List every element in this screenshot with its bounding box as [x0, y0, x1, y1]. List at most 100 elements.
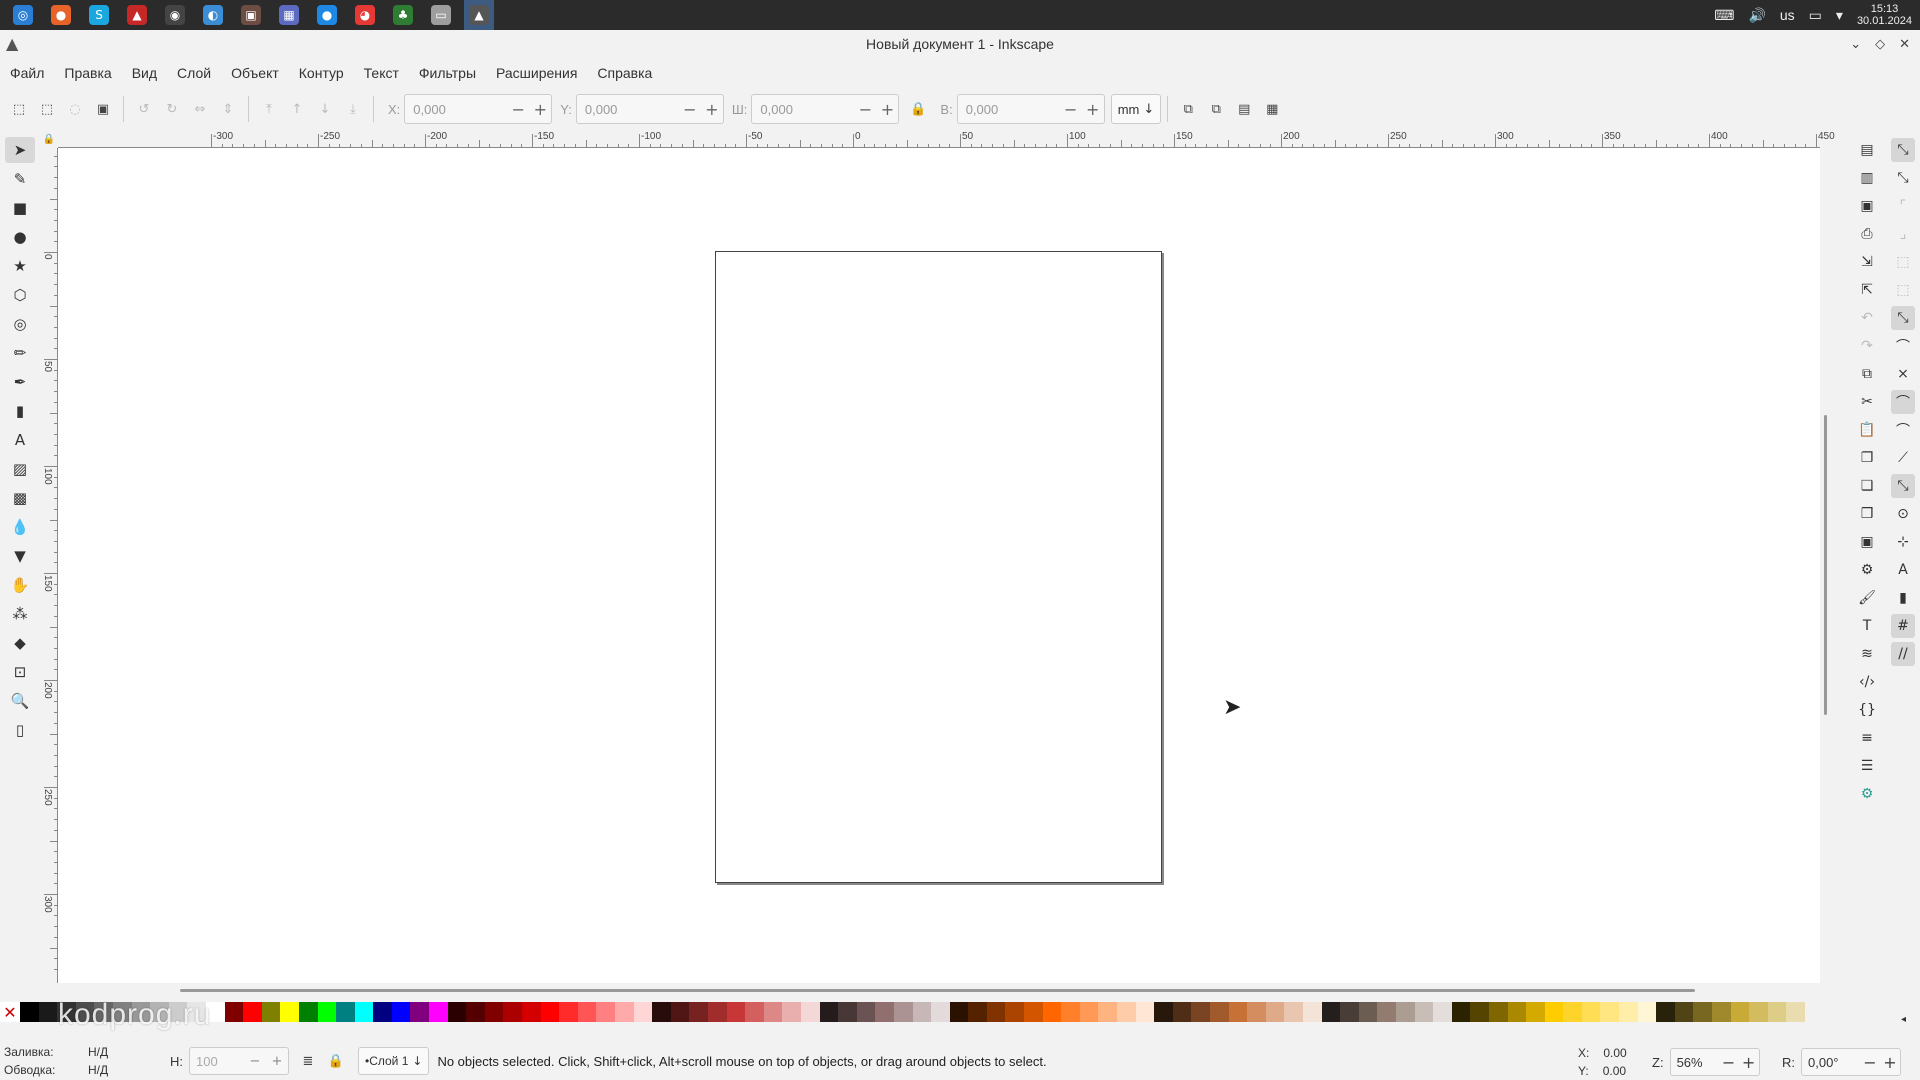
color-swatch[interactable] — [1712, 1002, 1731, 1022]
move-gradients-icon[interactable]: ▤ — [1233, 98, 1255, 120]
fill-stroke-icon[interactable]: 🖌 — [1855, 586, 1879, 610]
color-swatch[interactable] — [1470, 1002, 1489, 1022]
color-swatch[interactable] — [503, 1002, 523, 1022]
unlink-clone-icon[interactable]: ❒ — [1855, 502, 1879, 526]
keyboard-layout[interactable]: us — [1780, 7, 1795, 23]
ellipse-tool-icon[interactable]: ● — [5, 224, 35, 250]
color-swatch[interactable] — [1767, 1002, 1787, 1022]
color-swatch[interactable] — [1526, 1002, 1545, 1022]
color-swatch[interactable] — [1377, 1002, 1396, 1022]
browser-taskbar-button[interactable]: ◐ — [198, 0, 228, 30]
color-swatch[interactable] — [1191, 1002, 1210, 1022]
color-swatch[interactable] — [224, 1002, 244, 1022]
rectangle-tool-icon[interactable]: ■ — [5, 195, 35, 221]
obs-taskbar-button[interactable]: ◉ — [160, 0, 190, 30]
rotate-ccw-icon[interactable]: ↺ — [133, 98, 155, 120]
color-swatch[interactable] — [559, 1002, 578, 1022]
menu-item-5[interactable]: Контур — [299, 65, 344, 81]
color-swatch[interactable] — [243, 1002, 262, 1022]
flip-vertical-icon[interactable]: ⇕ — [217, 98, 239, 120]
color-swatch[interactable] — [1172, 1002, 1192, 1022]
snap-line-midpoint-icon[interactable]: ⟋ — [1891, 446, 1915, 470]
color-swatch[interactable] — [1730, 1002, 1750, 1022]
color-swatch[interactable] — [1544, 1002, 1564, 1022]
layers-icon[interactable]: ≋ — [1855, 642, 1879, 666]
menu-item-0[interactable]: Файл — [10, 65, 44, 81]
color-swatch[interactable] — [336, 1002, 355, 1022]
color-swatch[interactable] — [1433, 1002, 1452, 1022]
color-swatch[interactable] — [540, 1002, 560, 1022]
paste-icon[interactable]: 📋 — [1855, 418, 1879, 442]
selector-tool-icon[interactable]: ➤ — [5, 137, 35, 163]
print-icon[interactable]: ⎙ — [1855, 222, 1879, 246]
opacity-spinbox[interactable]: 100 − + — [189, 1047, 289, 1075]
text-tool-icon[interactable]: A — [5, 427, 35, 453]
color-swatch[interactable] — [1674, 1002, 1694, 1022]
color-swatch[interactable] — [689, 1002, 708, 1022]
media-taskbar-button[interactable]: ● — [312, 0, 342, 30]
y-spinbox[interactable]: 0,000 − + — [575, 94, 724, 124]
close-icon[interactable]: ✕ — [1899, 37, 1910, 52]
selectors-css-icon[interactable]: {} — [1855, 698, 1879, 722]
color-swatch[interactable] — [800, 1002, 820, 1022]
color-swatch[interactable] — [1042, 1002, 1062, 1022]
lock-icon[interactable]: 🔒 — [907, 98, 929, 120]
color-swatch[interactable] — [20, 1002, 39, 1022]
color-swatch[interactable] — [596, 1002, 615, 1022]
horizontal-scrollbar[interactable] — [180, 989, 1695, 992]
document-page[interactable] — [715, 251, 1162, 883]
color-swatch[interactable] — [1581, 1002, 1601, 1022]
layers-menu-icon[interactable]: ≣ — [297, 1050, 319, 1072]
width-spinbox[interactable]: 0,000 − + — [751, 94, 900, 124]
lower-icon[interactable]: ↓ — [314, 98, 336, 120]
object-properties-icon[interactable]: ☰ — [1855, 754, 1879, 778]
menu-item-6[interactable]: Текст — [364, 65, 399, 81]
color-swatch[interactable] — [1395, 1002, 1415, 1022]
color-swatch[interactable] — [1005, 1002, 1025, 1022]
color-swatch[interactable] — [1507, 1002, 1527, 1022]
height-spinbox[interactable]: 0,000 − + — [956, 94, 1105, 124]
spray-tool-icon[interactable]: ⁂ — [5, 601, 35, 627]
preferences-icon[interactable]: ⚙ — [1855, 782, 1879, 806]
color-swatch[interactable] — [986, 1002, 1006, 1022]
minimize-icon[interactable]: ⌄ — [1850, 37, 1861, 52]
pages-tool-icon[interactable]: ▯ — [5, 717, 35, 743]
raise-to-top-icon[interactable]: ⤒ — [258, 98, 280, 120]
snap-path-intersection-icon[interactable]: ⨯ — [1891, 362, 1915, 386]
import-icon[interactable]: ⇲ — [1855, 250, 1879, 274]
color-swatch[interactable] — [875, 1002, 894, 1022]
layer-select[interactable]: •Слой 1 ↓ — [358, 1047, 430, 1075]
color-swatch[interactable] — [410, 1002, 430, 1022]
plus-icon[interactable]: + — [876, 100, 898, 119]
layer-lock-icon[interactable]: 🔒 — [325, 1050, 347, 1072]
x-spinbox[interactable]: 0,000 − + — [404, 94, 553, 124]
menu-item-7[interactable]: Фильтры — [419, 65, 476, 81]
ungroup-icon[interactable]: ⚙ — [1855, 558, 1879, 582]
connector-tool-icon[interactable]: ⊡ — [5, 659, 35, 685]
color-swatch[interactable] — [615, 1002, 634, 1022]
keyboard-icon[interactable]: ⌨ — [1714, 7, 1734, 24]
opacity-value[interactable]: 100 — [190, 1054, 244, 1069]
menu-item-2[interactable]: Вид — [132, 65, 157, 81]
zoom-spinbox[interactable]: 56% − + — [1669, 1048, 1760, 1076]
color-swatch[interactable] — [1024, 1002, 1043, 1022]
snap-enable-icon[interactable]: ⤡ — [1891, 138, 1915, 162]
color-swatch[interactable] — [577, 1002, 597, 1022]
canvas[interactable] — [58, 148, 1820, 983]
minus-icon[interactable]: − — [679, 100, 701, 119]
volume-icon[interactable]: 🔊 — [1748, 7, 1765, 24]
zoom-value[interactable]: 56% — [1671, 1055, 1719, 1070]
plus-icon[interactable]: + — [1739, 1053, 1759, 1072]
color-swatch[interactable] — [1228, 1002, 1248, 1022]
snap-nodes-icon[interactable]: ⤡ — [1891, 306, 1915, 330]
maximize-icon[interactable]: ◇ — [1875, 37, 1885, 52]
color-swatch[interactable] — [838, 1002, 857, 1022]
clock[interactable]: 15:13 30.01.2024 — [1857, 3, 1912, 27]
redo-icon[interactable]: ↷ — [1855, 334, 1879, 358]
color-swatch[interactable] — [484, 1002, 504, 1022]
align-distribute-icon[interactable]: ≡ — [1855, 726, 1879, 750]
snap-bbox-icon[interactable]: ⤡ — [1891, 166, 1915, 190]
flip-horizontal-icon[interactable]: ⇔ — [189, 98, 211, 120]
minus-icon[interactable]: − — [244, 1054, 266, 1069]
horizontal-ruler[interactable]: -300 -250 -200 -150 -100 -50 0 50 100 150 200 250 30… — [58, 130, 1835, 148]
